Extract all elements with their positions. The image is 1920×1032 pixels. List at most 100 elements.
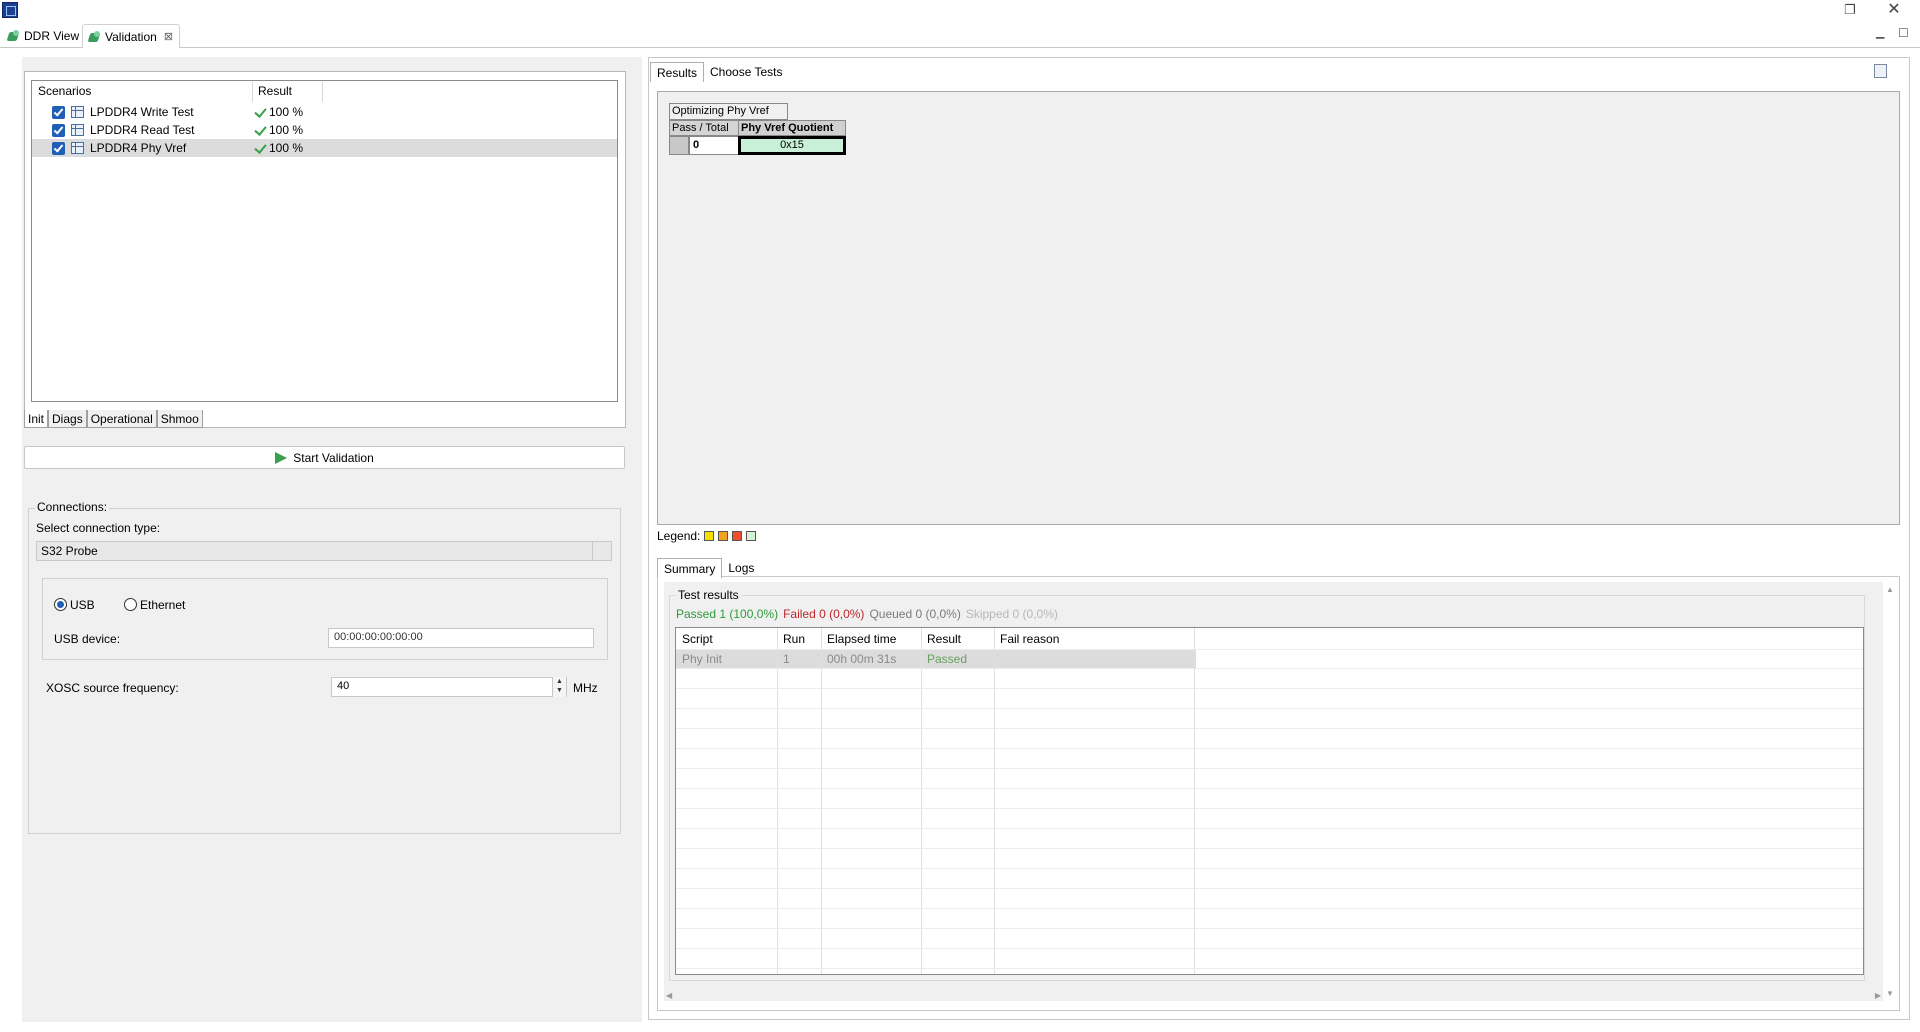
window-titlebar: ❐ ✕: [0, 0, 1920, 22]
row-divider: [676, 948, 1863, 949]
result-column-header[interactable]: Result: [927, 632, 961, 646]
scenario-checkbox[interactable]: [52, 124, 65, 137]
test-results-legend: Test results: [676, 588, 741, 602]
start-validation-button[interactable]: Start Validation: [24, 446, 625, 469]
horizontal-scrollbar[interactable]: ◀ ▶: [664, 990, 1883, 1004]
usb-radio[interactable]: [54, 598, 67, 611]
scroll-left-icon[interactable]: ◀: [666, 991, 672, 1000]
tab-summary[interactable]: Summary: [657, 558, 723, 578]
column-separator: [252, 82, 253, 102]
xosc-frequency-input[interactable]: 40: [331, 677, 567, 697]
usb-device-label: USB device:: [54, 632, 121, 646]
play-icon: [275, 451, 288, 464]
dropdown-arrow-icon[interactable]: [592, 542, 611, 560]
check-icon: [254, 144, 266, 153]
script-column-header[interactable]: Script: [682, 632, 713, 646]
legend-swatch-red: [732, 531, 743, 541]
minimize-view-button[interactable]: ▁: [1876, 26, 1884, 39]
frequency-unit: MHz: [573, 681, 598, 695]
column-divider: [1194, 628, 1195, 974]
test-results-stats: Passed 1 (100,0%) Failed 0 (0,0%) Queued…: [676, 607, 1058, 621]
failed-count: Failed 0 (0,0%): [783, 607, 865, 621]
scroll-right-icon[interactable]: ▶: [1875, 991, 1881, 1000]
scenario-name: LPDDR4 Phy Vref: [90, 141, 187, 155]
ddr-view-icon: [8, 30, 20, 42]
result-value: 100 %: [269, 141, 304, 155]
scroll-down-icon[interactable]: ▼: [1886, 989, 1894, 998]
tab-diags[interactable]: Diags: [48, 410, 87, 428]
tab-label: DDR View: [24, 29, 80, 43]
restore-window-button[interactable]: ❐: [1832, 0, 1868, 22]
elapsed-time-column-header[interactable]: Elapsed time: [827, 632, 896, 646]
fail-reason-column-header[interactable]: Fail reason: [1000, 632, 1059, 646]
frequency-spinner[interactable]: ▲ ▼: [552, 677, 566, 697]
legend-swatch-yellow: [704, 531, 715, 541]
column-divider: [994, 628, 995, 974]
tab-validation[interactable]: Validation ⊠: [82, 24, 181, 48]
table-icon: [71, 124, 84, 136]
row-divider: [676, 728, 1863, 729]
tab-init[interactable]: Init: [24, 410, 49, 428]
row-divider: [676, 928, 1863, 929]
scenario-result: 100 %: [254, 105, 303, 119]
phy-vref-quotient-header: Phy Vref Quotient: [738, 120, 846, 136]
close-window-button[interactable]: ✕: [1876, 0, 1912, 22]
pass-total-header: Pass / Total: [669, 120, 739, 136]
tab-logs[interactable]: Logs: [722, 558, 760, 578]
check-icon: [254, 108, 266, 117]
results-tabs: Results Choose Tests: [650, 62, 789, 82]
check-icon: [254, 126, 266, 135]
row-divider: [676, 848, 1863, 849]
close-tab-icon[interactable]: ⊠: [164, 30, 173, 43]
legend-swatch-orange: [718, 531, 729, 541]
maximize-view-button[interactable]: ☐: [1898, 26, 1909, 40]
row-divider: [676, 788, 1863, 789]
tab-results[interactable]: Results: [650, 62, 705, 82]
editor-tab-bar: DDR View Validation ⊠ ▁ ☐: [0, 24, 1920, 48]
xosc-label: XOSC source frequency:: [46, 681, 179, 695]
table-icon: [71, 142, 84, 154]
pass-total-value: 0: [689, 136, 739, 155]
column-divider: [921, 628, 922, 974]
tab-shmoo[interactable]: Shmoo: [156, 410, 203, 428]
run-column-header[interactable]: Run: [783, 632, 805, 646]
spin-up-icon[interactable]: ▲: [553, 677, 566, 686]
scenario-name: LPDDR4 Read Test: [90, 123, 195, 137]
row-divider: [676, 808, 1863, 809]
scenarios-column-header[interactable]: Scenarios: [38, 84, 91, 100]
vertical-scrollbar[interactable]: ▲ ▼: [1883, 582, 1899, 1001]
elapsed-time-cell: 00h 00m 31s: [827, 652, 897, 666]
row-divider: [676, 768, 1863, 769]
row-divider: [676, 649, 1863, 650]
spin-down-icon[interactable]: ▼: [553, 686, 566, 695]
app-logo-icon: [2, 2, 18, 18]
row-divider: [676, 968, 1863, 969]
result-cell: Passed: [927, 652, 968, 666]
scenario-checkbox[interactable]: [52, 106, 65, 119]
scenario-row[interactable]: LPDDR4 Read Test 100 %: [32, 121, 617, 139]
ethernet-radio[interactable]: [124, 598, 137, 611]
scenario-row[interactable]: LPDDR4 Phy Vref 100 %: [32, 139, 617, 157]
result-column-header[interactable]: Result: [258, 84, 292, 100]
connection-type-label: Select connection type:: [36, 521, 161, 535]
tab-label: Validation: [105, 29, 157, 44]
tab-operational[interactable]: Operational: [86, 410, 157, 428]
connection-type-select[interactable]: S32 Probe: [36, 541, 612, 561]
connections-legend: Connections:: [35, 500, 110, 514]
result-value: 100 %: [269, 105, 304, 119]
row-divider: [676, 708, 1863, 709]
scenario-checkbox[interactable]: [52, 142, 65, 155]
legend-swatch-green: [746, 531, 757, 541]
legend: Legend:: [657, 529, 757, 543]
scroll-up-icon[interactable]: ▲: [1886, 585, 1894, 594]
skipped-count: Skipped 0 (0,0%): [965, 607, 1058, 621]
tab-ddr-view[interactable]: DDR View: [2, 24, 85, 48]
phy-vref-quotient-value[interactable]: 0x15: [738, 136, 846, 155]
scenario-row[interactable]: LPDDR4 Write Test 100 %: [32, 103, 617, 121]
row-divider: [676, 888, 1863, 889]
usb-device-field[interactable]: 00:00:00:00:00:00: [328, 628, 594, 648]
result-table-title: Optimizing Phy Vref: [669, 103, 788, 120]
table-icon: [71, 106, 84, 118]
tab-choose-tests[interactable]: Choose Tests: [704, 62, 789, 82]
copy-icon[interactable]: [1874, 64, 1887, 78]
